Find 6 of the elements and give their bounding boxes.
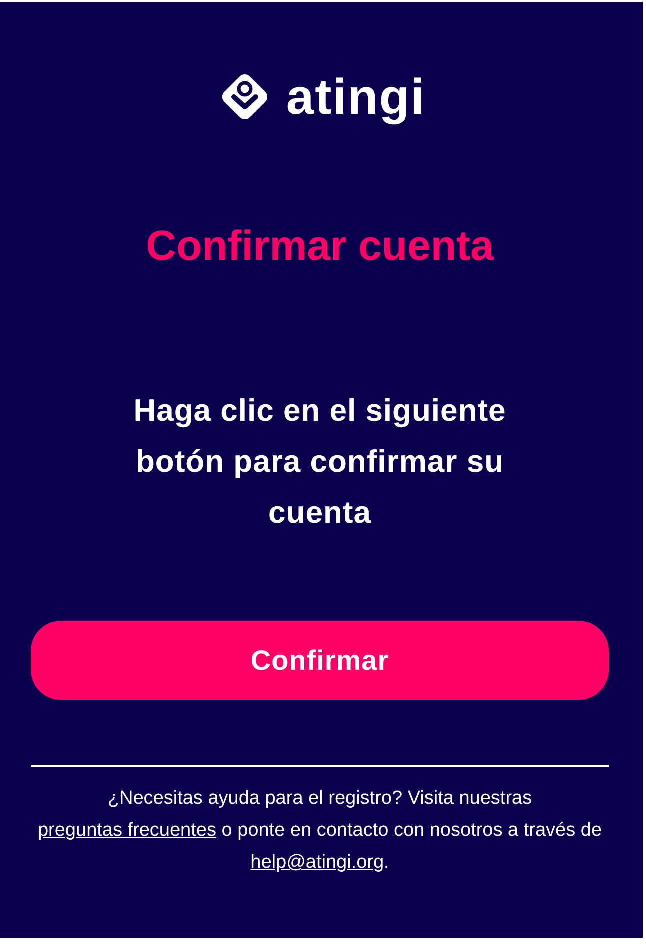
faq-link[interactable]: preguntas frecuentes (38, 820, 216, 842)
help-text: ¿Necesitas ayuda para el registro? Visita nuestras preguntas frecuentes o ponte en contacto con nosotros a través de help@atingi.org. (36, 787, 604, 876)
page-title: Confirmar cuenta (146, 221, 494, 271)
message-text: Haga clic en el siguiente botón para confirmar su cuenta (132, 392, 508, 532)
email-link[interactable]: help@atingi.org (250, 852, 384, 874)
confirm-button[interactable]: Confirmar (31, 621, 609, 700)
